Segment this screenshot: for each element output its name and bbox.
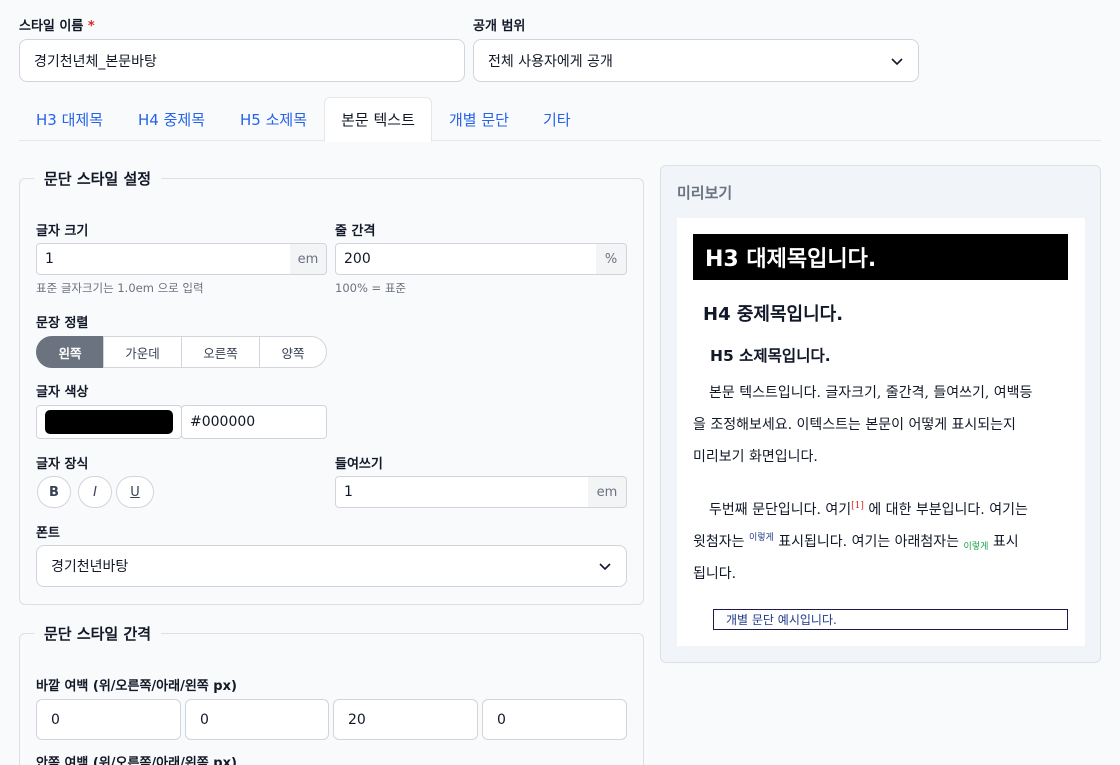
color-hex-input[interactable]: #000000 xyxy=(181,405,327,439)
color-swatch xyxy=(45,410,173,434)
preview-individual-text: 개별 문단 예시입니다. xyxy=(726,613,837,627)
font-size-input[interactable]: 1 xyxy=(36,243,291,275)
preview-panel: 미리보기 H3 대제목입니다. H4 중제목입니다. H5 소제목입니다. 본문… xyxy=(660,165,1101,663)
underline-button[interactable]: U xyxy=(116,476,154,508)
preview-p2-line1: 두번째 문단입니다. 여기[1] 에 대한 부분입니다. 여기는 xyxy=(709,499,1028,519)
visibility-value: 전체 사용자에게 공개 xyxy=(488,53,613,70)
bold-icon: B xyxy=(49,484,59,500)
color-label: 글자 색상 xyxy=(36,385,89,400)
color-picker[interactable] xyxy=(36,405,182,439)
line-height-hint: 100% = 표준 xyxy=(335,281,406,295)
subscript-sample: 이렇게 xyxy=(963,542,989,552)
margin-label: 바깥 여백 (위/오른쪽/아래/왼쪽 px) xyxy=(36,679,237,694)
preview-box: H3 대제목입니다. H4 중제목입니다. H5 소제목입니다. 본문 텍스트입… xyxy=(677,218,1085,646)
margin-bottom-input[interactable]: 20 xyxy=(333,699,478,740)
preview-h5: H5 소제목입니다. xyxy=(710,347,831,365)
line-height-value: 200 xyxy=(344,251,371,267)
preview-h3-text: H3 대제목입니다. xyxy=(705,247,877,272)
style-tabs: H3 대제목 H4 중제목 H5 소제목 본문 텍스트 개별 문단 기타 xyxy=(19,97,1101,142)
align-justify-button[interactable]: 양쪽 xyxy=(259,336,327,368)
spacing-legend: 문단 스타일 간격 xyxy=(34,623,162,644)
tab-body-text[interactable]: 본문 텍스트 xyxy=(324,97,432,142)
tab-label: H3 대제목 xyxy=(36,110,103,129)
font-size-hint: 표준 글자크기는 1.0em 으로 입력 xyxy=(36,281,204,295)
margin-left-input[interactable]: 0 xyxy=(482,699,627,740)
margin-right-value: 0 xyxy=(200,711,209,728)
preview-title: 미리보기 xyxy=(677,184,733,202)
superscript-sample: 이렇게 xyxy=(748,533,774,543)
align-center-button[interactable]: 가운데 xyxy=(103,336,182,368)
align-label: 문장 정렬 xyxy=(36,316,89,331)
align-justify-label: 양쪽 xyxy=(281,345,305,361)
line-height-unit: % xyxy=(596,243,627,275)
font-size-unit: em xyxy=(290,243,327,275)
underline-icon: U xyxy=(130,484,140,500)
line-height-label: 줄 간격 xyxy=(335,224,376,239)
align-left-label: 왼쪽 xyxy=(58,345,82,361)
align-left-button[interactable]: 왼쪽 xyxy=(36,336,104,368)
preview-p1-line2: 을 조정해보세요. 이텍스트는 본문이 어떻게 표시되는지 xyxy=(693,417,1016,433)
margin-left-value: 0 xyxy=(497,711,506,728)
tab-etc[interactable]: 기타 xyxy=(543,97,571,141)
footnote-ref[interactable]: [1] xyxy=(851,501,864,511)
font-size-value: 1 xyxy=(45,251,54,267)
preview-individual-paragraph: 개별 문단 예시입니다. xyxy=(713,609,1068,630)
tab-label: H4 중제목 xyxy=(138,110,205,129)
align-center-label: 가운데 xyxy=(125,345,160,361)
preview-p2-text-b: 에 대한 부분입니다. 여기는 xyxy=(863,502,1028,518)
align-right-label: 오른쪽 xyxy=(203,345,238,361)
preview-p2-text-c: 윗첨자는 xyxy=(693,534,749,550)
chevron-down-icon xyxy=(599,563,611,571)
tab-individual-paragraph[interactable]: 개별 문단 xyxy=(449,97,509,141)
style-name-label: 스타일 이름 * xyxy=(19,19,95,34)
decoration-label: 글자 장식 xyxy=(36,457,89,472)
margin-top-input[interactable]: 0 xyxy=(36,699,181,740)
margin-right-input[interactable]: 0 xyxy=(185,699,329,740)
indent-input[interactable]: 1 xyxy=(335,476,589,508)
font-size-label: 글자 크기 xyxy=(36,224,89,239)
indent-label: 들여쓰기 xyxy=(335,457,383,472)
bold-button[interactable]: B xyxy=(37,476,71,508)
style-name-value: 경기천년체_본문바탕 xyxy=(34,53,157,70)
visibility-select[interactable]: 전체 사용자에게 공개 xyxy=(473,39,919,82)
font-value: 경기천년바탕 xyxy=(51,559,129,575)
font-select[interactable]: 경기천년바탕 xyxy=(36,545,627,587)
visibility-label: 공개 범위 xyxy=(473,19,526,34)
padding-label: 안쪽 여백 (위/오른쪽/아래/왼쪽 px) xyxy=(36,756,237,765)
tab-label: 개별 문단 xyxy=(449,110,509,129)
style-name-input[interactable]: 경기천년체_본문바탕 xyxy=(19,39,465,82)
indent-unit: em xyxy=(588,476,627,508)
preview-h4: H4 중제목입니다. xyxy=(703,304,844,325)
preview-p1-line1: 본문 텍스트입니다. 글자크기, 줄간격, 들여쓰기, 여백등 xyxy=(709,385,1033,401)
tab-label: 기타 xyxy=(543,110,571,129)
tab-label: H5 소제목 xyxy=(240,110,307,129)
tab-h3[interactable]: H3 대제목 xyxy=(36,97,103,141)
italic-button[interactable]: I xyxy=(78,476,112,508)
tab-h4[interactable]: H4 중제목 xyxy=(138,97,205,141)
preview-p2-line3: 됩니다. xyxy=(693,566,737,582)
tab-label: 본문 텍스트 xyxy=(341,111,415,129)
color-hex-value: #000000 xyxy=(190,414,256,430)
tab-h5[interactable]: H5 소제목 xyxy=(240,97,307,141)
line-height-input[interactable]: 200 xyxy=(335,243,597,275)
preview-p2-text-a: 두번째 문단입니다. 여기 xyxy=(709,502,852,518)
margin-bottom-value: 20 xyxy=(348,711,366,728)
chevron-down-icon xyxy=(891,57,903,65)
preview-p2-text-e: 표시 xyxy=(988,534,1019,550)
indent-value: 1 xyxy=(344,484,353,500)
font-label: 폰트 xyxy=(36,526,60,541)
required-mark: * xyxy=(87,19,95,34)
align-right-button[interactable]: 오른쪽 xyxy=(181,336,260,368)
paragraph-style-legend: 문단 스타일 설정 xyxy=(34,168,162,189)
preview-p2-text-d: 표시됩니다. 여기는 아래첨자는 xyxy=(773,534,964,550)
preview-p1-line3: 미리보기 화면입니다. xyxy=(693,449,818,465)
preview-h3: H3 대제목입니다. xyxy=(693,234,1068,280)
preview-p2-line2: 윗첨자는 이렇게 표시됩니다. 여기는 아래첨자는 이렇게 표시 xyxy=(693,531,1019,552)
margin-top-value: 0 xyxy=(51,711,60,728)
italic-icon: I xyxy=(93,484,97,500)
